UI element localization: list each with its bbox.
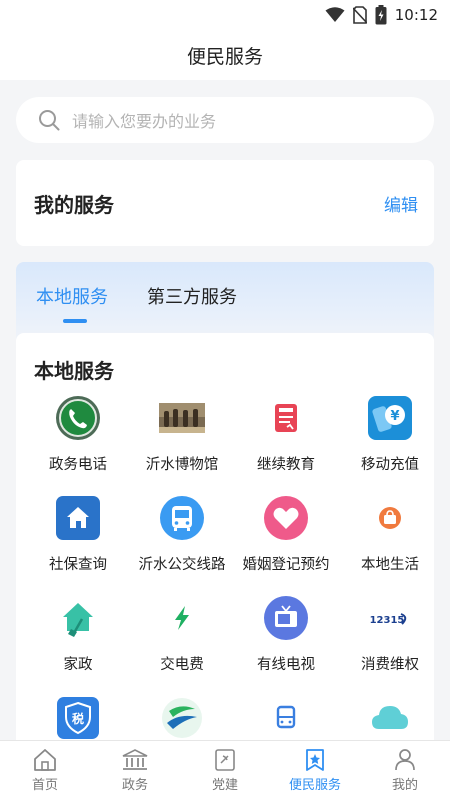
- header: 便民服务: [0, 30, 450, 80]
- service-item-bus-stop[interactable]: [234, 695, 338, 741]
- service-item-social-security[interactable]: 社保查询: [26, 495, 130, 574]
- service-item-museum[interactable]: 沂水博物馆: [130, 395, 234, 474]
- nav-government[interactable]: 政务: [90, 741, 180, 799]
- service-item-cable-tv[interactable]: 有线电视: [234, 595, 338, 674]
- search-icon: [39, 110, 60, 131]
- service-label: 沂水公交线路: [138, 557, 226, 573]
- nav-home-label: 首页: [31, 778, 58, 793]
- weather-icon: [367, 695, 413, 741]
- electricity-icon: [159, 595, 205, 641]
- tax-icon: 税: [55, 695, 101, 741]
- local-services-heading: 本地服务: [34, 359, 114, 383]
- nav-government-label: 政务: [121, 778, 148, 793]
- search-placeholder: 请输入您要办的业务: [72, 112, 217, 131]
- marriage-icon: [263, 495, 309, 541]
- status-icons: 10:12: [325, 5, 438, 25]
- service-label: 沂水博物馆: [145, 457, 219, 473]
- service-label: 消费维权: [361, 657, 419, 673]
- service-item-continuing-education[interactable]: 继续教育: [234, 395, 338, 474]
- service-item-scenic[interactable]: [130, 695, 234, 741]
- my-services-heading: 我的服务: [34, 192, 114, 217]
- service-item-electricity-bill[interactable]: 交电费: [130, 595, 234, 674]
- hotline-number: 12315: [370, 615, 405, 626]
- page-title: 便民服务: [186, 45, 263, 68]
- tax-badge-text: 税: [72, 711, 84, 726]
- nav-convenience-services[interactable]: 便民服务: [270, 741, 360, 799]
- housekeeping-icon: [55, 595, 101, 641]
- status-time: 10:12: [394, 6, 438, 24]
- service-label: 有线电视: [257, 657, 315, 673]
- service-item-bus-lines[interactable]: 沂水公交线路: [130, 495, 234, 574]
- battery-icon: [375, 5, 387, 25]
- wifi-icon: [325, 7, 345, 22]
- service-label: 移动充值: [361, 457, 419, 473]
- social-security-icon: [55, 495, 101, 541]
- nav-convenience-services-label: 便民服务: [288, 778, 341, 793]
- bus-icon: [159, 495, 205, 541]
- nav-profile-label: 我的: [391, 778, 418, 793]
- service-label: 继续教育: [257, 457, 315, 473]
- service-star-icon: [306, 749, 324, 771]
- bottom-nav: 首页 政务 党建 便民服务 我的: [0, 740, 450, 799]
- scenic-icon: [159, 695, 205, 741]
- tab-local-services[interactable]: 本地服务: [36, 283, 108, 309]
- service-item-housekeeping[interactable]: 家政: [26, 595, 130, 674]
- tab-indicator: [63, 319, 87, 323]
- service-item-consumer-rights[interactable]: 12315 消费维权: [338, 595, 442, 674]
- tab-third-party-services[interactable]: 第三方服务: [147, 283, 237, 309]
- education-icon: [263, 395, 309, 441]
- search-input[interactable]: 请输入您要办的业务: [16, 97, 434, 143]
- service-label: 政务电话: [49, 457, 107, 473]
- party-icon: [215, 749, 235, 771]
- status-bar: 10:12: [0, 0, 450, 30]
- service-item-tax[interactable]: 税: [26, 695, 130, 741]
- no-sim-icon: [352, 6, 367, 24]
- local-life-icon: [367, 495, 413, 541]
- nav-profile[interactable]: 我的: [360, 741, 450, 799]
- bus-stop-icon: [263, 695, 309, 741]
- consumer-rights-icon: 12315: [367, 595, 413, 641]
- service-label: 本地生活: [361, 557, 419, 573]
- museum-icon: [159, 395, 205, 441]
- local-services-card: 本地服务 政务电话 沂水博物馆 继续教育 ¥ 移动充值 社保查询 沂水公交线路 …: [16, 333, 434, 753]
- service-item-local-life[interactable]: 本地生活: [338, 495, 442, 574]
- government-icon: [122, 749, 148, 770]
- nav-party-label: 党建: [211, 778, 238, 793]
- service-item-marriage-registration[interactable]: 婚姻登记预约: [234, 495, 338, 574]
- nav-home[interactable]: 首页: [0, 741, 90, 799]
- tv-icon: [263, 595, 309, 641]
- service-item-mobile-recharge[interactable]: ¥ 移动充值: [338, 395, 442, 474]
- service-item-weather[interactable]: [338, 695, 442, 741]
- service-label: 社保查询: [49, 557, 107, 573]
- profile-icon: [395, 749, 415, 771]
- home-icon: [34, 749, 56, 771]
- service-label: 交电费: [160, 657, 204, 673]
- nav-party[interactable]: 党建: [180, 741, 270, 799]
- phone-icon: [55, 395, 101, 441]
- service-label: 家政: [63, 657, 93, 673]
- my-services-card: 我的服务 编辑: [16, 160, 434, 246]
- mobile-recharge-icon: ¥: [367, 395, 413, 441]
- edit-button[interactable]: 编辑: [384, 191, 418, 216]
- service-label: 婚姻登记预约: [242, 557, 330, 573]
- service-item-gov-phone[interactable]: 政务电话: [26, 395, 130, 474]
- svg-text:¥: ¥: [390, 409, 399, 424]
